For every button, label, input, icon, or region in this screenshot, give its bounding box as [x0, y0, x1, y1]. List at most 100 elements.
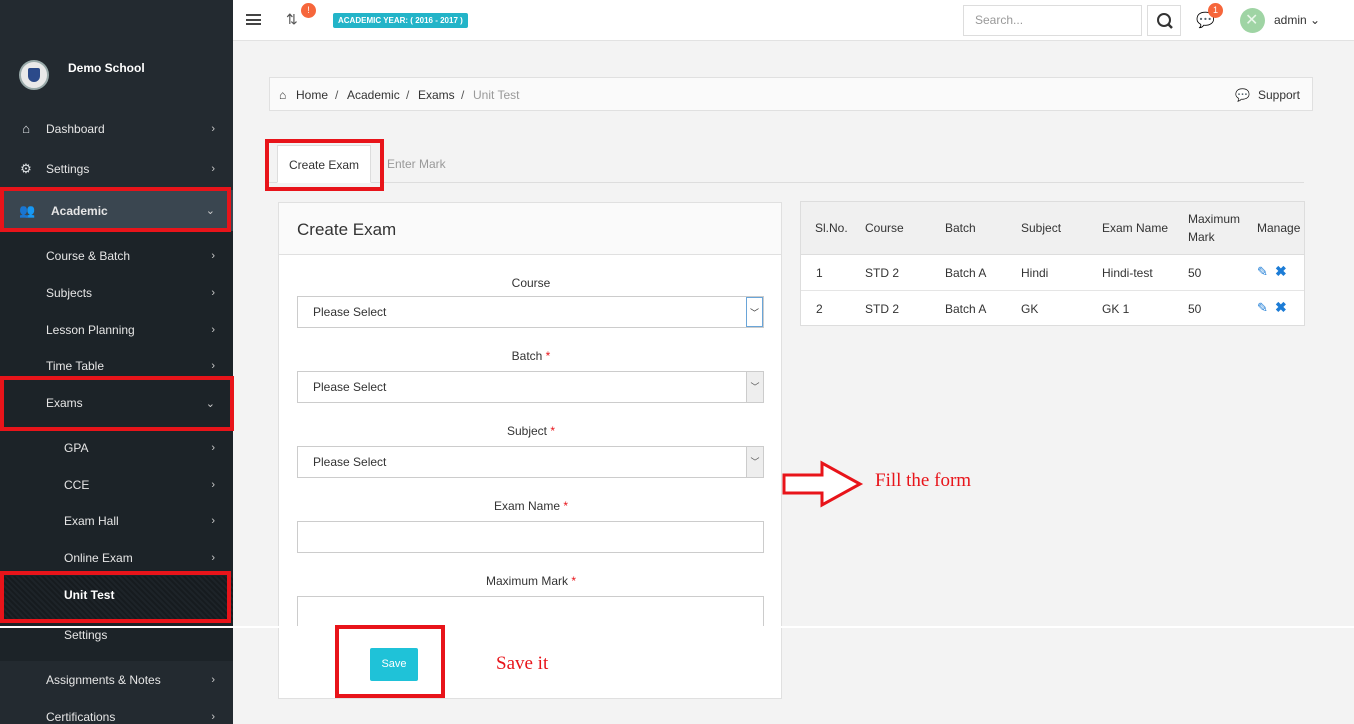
sidebar-item-cce[interactable]: CCE ›: [0, 467, 233, 503]
batch-select-value: Please Select: [313, 380, 387, 394]
home-icon: ⌂: [279, 88, 287, 102]
sidebar-item-gpa[interactable]: GPA ›: [0, 430, 233, 466]
required-asterisk: *: [550, 424, 556, 438]
sidebar-item-settings[interactable]: ⚙ Settings ›: [0, 151, 233, 187]
tab-enter-mark[interactable]: Enter Mark: [387, 145, 446, 183]
edit-icon[interactable]: ✎: [1257, 264, 1268, 280]
table-header: Sl.No. Course Batch Subject Exam Name Ma…: [801, 202, 1304, 255]
header-manage: Manage: [1257, 221, 1301, 235]
max-mark-label-text: Maximum Mark: [485, 574, 568, 588]
breadcrumb-home[interactable]: Home: [296, 88, 328, 102]
sidebar-item-label: Settings: [64, 628, 108, 642]
sync-badge: !: [301, 3, 316, 18]
course-label: Course: [298, 276, 764, 290]
exam-name-input[interactable]: [297, 521, 764, 553]
cell-subject: GK: [1021, 302, 1039, 316]
sync-icon[interactable]: ⇅: [286, 11, 298, 28]
course-select[interactable]: Please Select ﹀: [297, 296, 764, 328]
sidebar-item-lesson-planning[interactable]: Lesson Planning ›: [0, 312, 233, 348]
sidebar-item-exam-settings[interactable]: Settings: [0, 617, 233, 653]
chevron-right-icon: ›: [211, 711, 215, 723]
sidebar-item-label: Course & Batch: [46, 249, 131, 263]
breadcrumb-separator: /: [406, 88, 410, 102]
chevron-down-icon: ﹀: [746, 447, 763, 477]
menu-toggle-icon[interactable]: [246, 14, 261, 25]
sidebar-item-label: Unit Test: [64, 588, 115, 602]
annotation-fill-form: Fill the form: [875, 470, 972, 491]
home-icon: ⌂: [22, 121, 30, 136]
max-mark-input[interactable]: [297, 596, 764, 628]
cell-batch: Batch A: [945, 302, 987, 316]
search-input[interactable]: Search...: [963, 5, 1142, 36]
chevron-right-icon: ›: [211, 515, 215, 527]
sidebar-item-exam-hall[interactable]: Exam Hall ›: [0, 503, 233, 539]
cell-exam-name: Hindi-test: [1102, 266, 1153, 280]
subject-select[interactable]: Please Select ﹀: [297, 446, 764, 478]
header-mark: Mark: [1188, 230, 1215, 244]
academic-year-badge[interactable]: ACADEMIC YEAR: ( 2016 - 2017 ): [333, 13, 468, 28]
sidebar-item-exams[interactable]: Exams ⌄: [0, 385, 233, 421]
edit-icon[interactable]: ✎: [1257, 300, 1268, 316]
create-exam-card: Create Exam Course Please Select ﹀ Batch…: [278, 202, 782, 699]
sidebar-item-course-batch[interactable]: Course & Batch ›: [0, 238, 233, 274]
sidebar-item-unit-test[interactable]: Unit Test: [0, 577, 233, 613]
subject-label-text: Subject: [506, 424, 547, 438]
chevron-right-icon: ›: [211, 163, 215, 175]
breadcrumb-exams[interactable]: Exams: [418, 88, 455, 102]
save-button[interactable]: Save: [370, 648, 418, 681]
chevron-right-icon: ›: [211, 123, 215, 135]
tab-create-exam[interactable]: Create Exam: [277, 145, 371, 183]
breadcrumb-academic[interactable]: Academic: [347, 88, 400, 102]
sidebar: Demo School ⌂ Dashboard › ⚙ Settings › 👥…: [0, 0, 233, 724]
sidebar-item-label: GPA: [64, 441, 89, 455]
sidebar-item-subjects[interactable]: Subjects ›: [0, 275, 233, 311]
avatar[interactable]: [1240, 8, 1265, 33]
sidebar-item-online-exam[interactable]: Online Exam ›: [0, 540, 233, 576]
delete-icon[interactable]: ✖: [1275, 299, 1287, 316]
sidebar-item-label: CCE: [64, 478, 90, 492]
sidebar-item-label: Exams: [46, 396, 83, 410]
header-exam-name: Exam Name: [1102, 221, 1169, 235]
sidebar-item-certifications[interactable]: Certifications ›: [0, 699, 233, 724]
support-link[interactable]: 💬 Support: [1235, 88, 1300, 102]
chevron-right-icon: ›: [211, 442, 215, 454]
chevron-right-icon: ›: [211, 552, 215, 564]
max-mark-label: Maximum Mark *: [298, 574, 764, 588]
breadcrumb-current: Unit Test: [473, 88, 520, 102]
user-menu[interactable]: admin ⌄: [1274, 13, 1320, 27]
user-name: admin: [1274, 13, 1307, 27]
batch-select[interactable]: Please Select ﹀: [297, 371, 764, 403]
sidebar-item-label: Assignments & Notes: [46, 673, 161, 687]
sidebar-item-label: Time Table: [46, 359, 105, 373]
cell-slno: 2: [816, 302, 823, 316]
gears-icon: ⚙: [20, 161, 32, 176]
cell-course: STD 2: [865, 266, 900, 280]
required-asterisk: *: [571, 574, 577, 588]
table-row: 2 STD 2 Batch A GK GK 1 50 ✎ ✖: [801, 291, 1304, 327]
header-slno: Sl.No.: [815, 221, 848, 235]
sidebar-item-label: Academic: [51, 203, 108, 218]
cell-max-mark: 50: [1188, 302, 1202, 316]
delete-icon[interactable]: ✖: [1275, 263, 1287, 280]
sidebar-item-academic[interactable]: 👥 Academic ⌄: [0, 190, 233, 231]
search-button[interactable]: [1147, 5, 1181, 36]
sidebar-item-time-table[interactable]: Time Table ›: [0, 348, 233, 384]
course-label-text: Course: [511, 276, 551, 290]
card-header: Create Exam: [279, 203, 781, 255]
chevron-down-icon: ﹀: [746, 372, 763, 402]
cell-course: STD 2: [865, 302, 900, 316]
course-select-value: Please Select: [313, 305, 387, 319]
chevron-down-icon: ⌄: [205, 397, 215, 410]
required-asterisk: *: [563, 499, 569, 513]
sidebar-item-label: Dashboard: [46, 122, 105, 136]
annotation-save-it: Save it: [496, 653, 549, 674]
chevron-right-icon: ›: [211, 324, 215, 336]
sidebar-item-label: Certifications: [46, 710, 116, 724]
sidebar-item-assignments[interactable]: Assignments & Notes ›: [0, 662, 233, 698]
breadcrumb: ⌂ Home / Academic / Exams / Unit Test 💬 S…: [269, 77, 1313, 111]
school-name: Demo School: [68, 61, 145, 75]
header-course: Course: [865, 221, 904, 235]
sidebar-item-dashboard[interactable]: ⌂ Dashboard ›: [0, 111, 233, 147]
school-logo: [19, 60, 49, 90]
sidebar-item-label: Subjects: [46, 286, 93, 300]
